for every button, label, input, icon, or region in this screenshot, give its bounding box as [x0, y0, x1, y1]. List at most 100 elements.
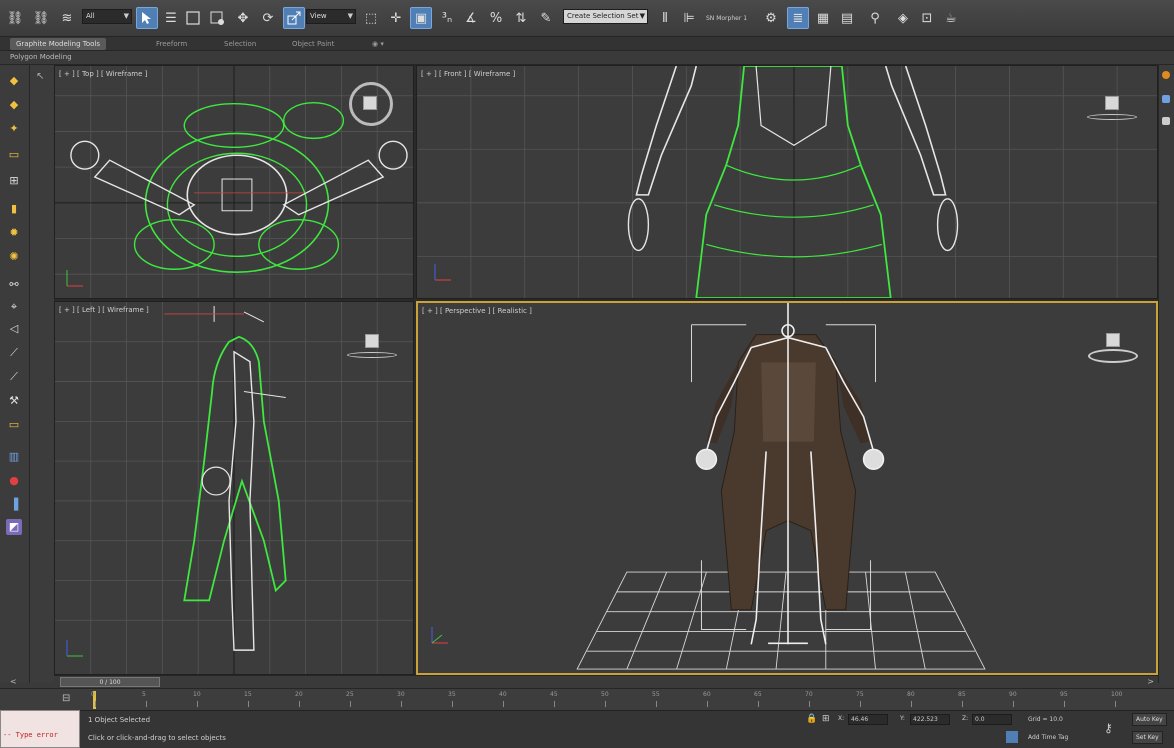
angle-snap-icon[interactable]: ∡ [460, 7, 482, 29]
tab-selection[interactable]: Selection [218, 38, 262, 50]
bone-icon[interactable]: ⟋ [6, 369, 22, 385]
systems-icon[interactable]: ✹ [6, 225, 22, 241]
tab-graphite-modeling-tools[interactable]: Graphite Modeling Tools [10, 38, 107, 50]
viewcube-ring-icon [347, 352, 397, 358]
keyboard-shortcut-override-icon[interactable]: ▣ [410, 7, 432, 29]
speaker-icon[interactable]: ◁ [6, 321, 22, 337]
sun-icon[interactable]: ✺ [6, 249, 22, 265]
steering-wheel-icon[interactable] [349, 82, 393, 126]
named-set-label[interactable]: SN Morpher 1 [706, 15, 747, 22]
viewport-left[interactable]: [ + ] [ Left ] [ Wireframe ] [54, 301, 414, 675]
select-and-link-icon[interactable]: ⛓ [4, 7, 26, 29]
chevron-down-icon: ▼ [123, 12, 129, 20]
scale-icon[interactable] [283, 7, 305, 29]
align-icon[interactable]: ⊫ [678, 7, 700, 29]
viewport-label-top[interactable]: [ + ] [ Top ] [ Wireframe ] [59, 70, 147, 78]
selection-status-text: 1 Object Selected [88, 716, 151, 724]
graphite-toggle-icon[interactable]: ▦ [812, 7, 834, 29]
wand-icon[interactable]: ⟋ [6, 345, 22, 361]
edit-named-selection-icon[interactable]: ✎ [535, 7, 557, 29]
prev-frame-icon[interactable]: < [10, 677, 17, 686]
unlink-icon[interactable]: ⛓ [30, 7, 52, 29]
modify-panel-icon[interactable] [1162, 95, 1170, 103]
viewport-front[interactable]: [ + ] [ Front ] [ Wireframe ] [416, 65, 1158, 299]
spacewarp-icon[interactable]: ▮ [6, 201, 22, 217]
percent-snap-icon[interactable]: % [485, 7, 507, 29]
viewport-top[interactable]: [ + ] [ Top ] [ Wireframe ] [54, 65, 414, 299]
select-by-name-icon[interactable]: ☰ [160, 7, 182, 29]
lock-selection-icon[interactable]: 🔒 [806, 714, 817, 724]
viewport-perspective[interactable]: [ + ] [ Perspective ] [ Realistic ] [416, 301, 1158, 675]
pivot-center-icon[interactable]: ⬚ [360, 7, 382, 29]
set-key-icon[interactable]: ⚷ [1104, 721, 1113, 735]
light-icon[interactable]: ✦ [6, 121, 22, 137]
scene-explorer-icon[interactable]: ⚙ [760, 7, 782, 29]
viewport-label-left[interactable]: [ + ] [ Left ] [ Wireframe ] [59, 306, 149, 314]
helpers-icon[interactable]: ⊞ [6, 173, 22, 189]
named-selection-dropdown[interactable]: Create Selection Set ▼ [563, 9, 648, 24]
rotate-icon[interactable]: ⟳ [257, 7, 279, 29]
trackbar-tick [95, 701, 96, 707]
hierarchy-icon[interactable]: ▥ [6, 449, 22, 465]
absolute-mode-icon[interactable]: ⊞ [822, 714, 830, 724]
motion-icon[interactable]: ● [6, 473, 22, 489]
create-shape-icon[interactable]: ◆ [6, 97, 22, 113]
tab-object-paint[interactable]: Object Paint [286, 38, 340, 50]
reactor-icon[interactable]: ⌖ [6, 299, 22, 315]
next-frame-icon[interactable]: > [1147, 677, 1154, 686]
time-slider[interactable]: < 0 / 100 > [10, 675, 1158, 688]
select-object-icon[interactable] [136, 7, 158, 29]
create-panel-icon[interactable] [1162, 71, 1170, 79]
ribbon-panel: Polygon Modeling [0, 51, 1174, 65]
y-coordinate-field[interactable]: 422.523 [910, 714, 950, 725]
select-manipulate-icon[interactable]: ✛ [385, 7, 407, 29]
mini-curve-editor-icon[interactable]: ⊟ [62, 693, 70, 704]
viewport-label-front[interactable]: [ + ] [ Front ] [ Wireframe ] [421, 70, 515, 78]
viewport-label-perspective[interactable]: [ + ] [ Perspective ] [ Realistic ] [422, 307, 532, 315]
schematic-view-icon[interactable]: ⚲ [864, 7, 886, 29]
wrench-icon[interactable]: ⚒ [6, 393, 22, 409]
hierarchy-panel-icon[interactable] [1162, 117, 1170, 125]
add-time-tag-label[interactable]: Add Time Tag [1028, 734, 1068, 741]
trackbar-tick [1064, 701, 1065, 707]
auto-key-button[interactable]: Auto Key [1132, 713, 1167, 726]
ribbon-options-icon[interactable]: ◉ ▾ [366, 38, 390, 50]
move-icon[interactable]: ✥ [232, 7, 254, 29]
viewcube-icon[interactable] [363, 96, 377, 110]
render-teapot-icon[interactable]: ☕ [940, 7, 962, 29]
material-editor-icon[interactable]: ◈ [892, 7, 914, 29]
cursor-icon[interactable]: ↖ [36, 71, 44, 82]
curve-editor-icon[interactable]: ▤ [836, 7, 858, 29]
snaps-toggle-icon[interactable]: ³ₙ [436, 7, 458, 29]
viewcube-icon[interactable] [1105, 96, 1119, 110]
camera-icon[interactable]: ▭ [6, 147, 22, 163]
window-crossing-icon[interactable] [206, 7, 228, 29]
x-coordinate-field[interactable]: 46.46 [848, 714, 888, 725]
set-key-button[interactable]: Set Key [1132, 731, 1163, 744]
z-coordinate-field[interactable]: 0.0 [972, 714, 1012, 725]
spinner-snap-icon[interactable]: ⇅ [510, 7, 532, 29]
time-tag-icon[interactable] [1006, 731, 1018, 743]
tab-freeform[interactable]: Freeform [150, 38, 193, 50]
track-bar[interactable]: ⊟ 0 5 10 15 20 25 30 35 40 45 50 55 60 65 70 75 80 85 90 95… [0, 688, 1174, 710]
polygon-modeling-label[interactable]: Polygon Modeling [10, 53, 72, 61]
material-sphere-icon[interactable]: ◩ [6, 519, 22, 535]
maxscript-listener[interactable]: -- Type error [0, 710, 80, 748]
trackbar-tick-label: 80 [907, 691, 915, 698]
character-wireframe-top [70, 101, 408, 274]
display-icon[interactable]: ▭ [6, 417, 22, 433]
create-geometry-icon[interactable]: ◆ [6, 73, 22, 89]
time-slider-thumb[interactable]: 0 / 100 [60, 677, 160, 687]
utilities-icon[interactable]: ▐ [6, 497, 22, 513]
reference-coordinate-dropdown[interactable]: View ▼ [306, 9, 356, 24]
trackbar-tick-label: 100 [1111, 691, 1123, 698]
viewcube-icon[interactable] [1106, 333, 1120, 347]
bind-spacewarp-icon[interactable]: ≋ [56, 7, 78, 29]
chain-icon[interactable]: ⚯ [6, 277, 22, 293]
rectangular-selection-icon[interactable] [182, 7, 204, 29]
mirror-icon[interactable]: ⫴ [654, 7, 676, 29]
render-setup-icon[interactable]: ⊡ [916, 7, 938, 29]
layer-manager-icon[interactable]: ≣ [787, 7, 809, 29]
viewcube-icon[interactable] [365, 334, 379, 348]
selection-filter-dropdown[interactable]: All ▼ [82, 9, 132, 24]
